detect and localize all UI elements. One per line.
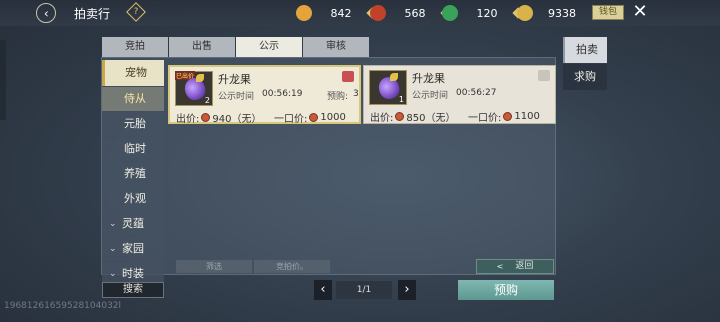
sort-bid-price-button[interactable]: 竞拍价。 (254, 260, 330, 273)
golden-leaf-icon (517, 5, 533, 21)
resource-red-orb: 568 (370, 4, 452, 22)
item-name: 升龙果 (412, 72, 445, 85)
back-button[interactable]: ‹ (31, 0, 61, 28)
side-tab-wanted[interactable]: 求购 (563, 64, 607, 90)
resource-jade: 120 (442, 4, 524, 22)
bid-price-row: 出价: 940（无） (176, 110, 261, 125)
item-quantity: 2 (204, 96, 210, 105)
help-button[interactable]: ? (126, 2, 146, 22)
leaf-icon (196, 74, 204, 82)
category-pet[interactable]: 宠物 (102, 60, 164, 86)
category-embryo[interactable]: 元胎 (102, 112, 164, 136)
bid-price: 850（无） (406, 113, 456, 124)
buyout-price: 1000 (320, 112, 346, 123)
bid-price: 940（无） (212, 114, 262, 125)
page-indicator: 1/1 (336, 281, 392, 299)
public-time-label: 公示时间 (412, 91, 449, 101)
item-icon: 1 (369, 70, 407, 105)
coin-icon (395, 112, 405, 121)
left-edge-handle (0, 40, 6, 120)
tab-public[interactable]: 公示 (236, 37, 302, 57)
side-tabs: 拍卖 求购 (563, 37, 607, 91)
auction-tabs: 竞拍 出售 公示 审核 (102, 37, 370, 57)
arrow-left-icon: < (496, 262, 504, 271)
listing-card[interactable]: 1 升龙果 公示时间 00:56:27 出价: 850（无） 一口价: 1100 (363, 65, 556, 124)
tab-bidding[interactable]: 竞拍 (102, 37, 168, 57)
presale-button[interactable]: 预购 (458, 280, 554, 300)
user-id: 19681261659528104032l (4, 301, 122, 311)
page-title: 拍卖行 (74, 7, 111, 21)
chevron-left-icon: ‹ (43, 6, 49, 20)
category-home[interactable]: ⌄ 家园 (102, 237, 164, 261)
coin-icon (503, 112, 513, 121)
item-name: 升龙果 (218, 73, 251, 86)
presale-label: 预购: (327, 92, 349, 102)
wallet-button[interactable]: 钱包 (592, 5, 624, 20)
leaf-icon (390, 73, 398, 81)
category-spirit[interactable]: ⌄ 灵蕴 (102, 212, 164, 236)
category-list: 宠物 侍从 元胎 临时 养殖 外观 ⌄ 灵蕴 ⌄ 家园 ⌄ 时装 (102, 60, 164, 287)
item-icon: 已出价 2 (175, 71, 213, 106)
listing-card[interactable]: 已出价 2 升龙果 公示时间 00:56:19 预购: 3 出价: 940（无） … (168, 65, 361, 125)
chevron-down-icon: ⌄ (109, 219, 117, 229)
public-time-label: 公示时间 (218, 92, 255, 102)
buyout-row: 一口价: 1100 (468, 111, 540, 124)
red-orb-icon (370, 5, 386, 21)
favorite-icon[interactable] (538, 70, 550, 81)
presale-count: 3 (353, 89, 359, 99)
public-time: 00:56:27 (456, 88, 497, 98)
category-breeding[interactable]: 养殖 (102, 162, 164, 186)
buyout-row: 一口价: 1000 (274, 112, 346, 125)
search-button[interactable]: 搜索 (102, 282, 164, 298)
next-page-button[interactable]: › (398, 280, 416, 300)
coin-icon (201, 113, 211, 122)
favorite-icon[interactable] (342, 71, 354, 82)
item-quantity: 1 (398, 95, 404, 104)
coin-icon (309, 113, 319, 122)
filter-button[interactable]: 筛选 (176, 260, 252, 273)
resource-gold: 842 (296, 4, 378, 22)
public-time: 00:56:19 (262, 89, 303, 99)
bid-price-row: 出价: 850（无） (370, 109, 455, 124)
jade-dragon-icon (442, 5, 458, 21)
category-appearance[interactable]: 外观 (102, 187, 164, 211)
prev-page-button[interactable]: ‹ (314, 280, 332, 300)
gold-medal-icon (296, 5, 312, 21)
return-button[interactable]: < 返回 (476, 259, 554, 274)
top-bar: ‹ 拍卖行 ? 842 568 120 9338 钱包 ✕ (0, 0, 720, 28)
help-icon: ? (133, 7, 139, 17)
close-icon[interactable]: ✕ (630, 2, 650, 22)
category-attendant[interactable]: 侍从 (102, 87, 164, 111)
category-temporary[interactable]: 临时 (102, 137, 164, 161)
side-tab-auction[interactable]: 拍卖 (563, 37, 607, 63)
buyout-price: 1100 (514, 111, 540, 122)
resource-leaf: 9338 (517, 4, 587, 22)
tab-review[interactable]: 审核 (303, 37, 369, 57)
chevron-down-icon: ⌄ (109, 244, 117, 254)
tab-sell[interactable]: 出售 (169, 37, 235, 57)
